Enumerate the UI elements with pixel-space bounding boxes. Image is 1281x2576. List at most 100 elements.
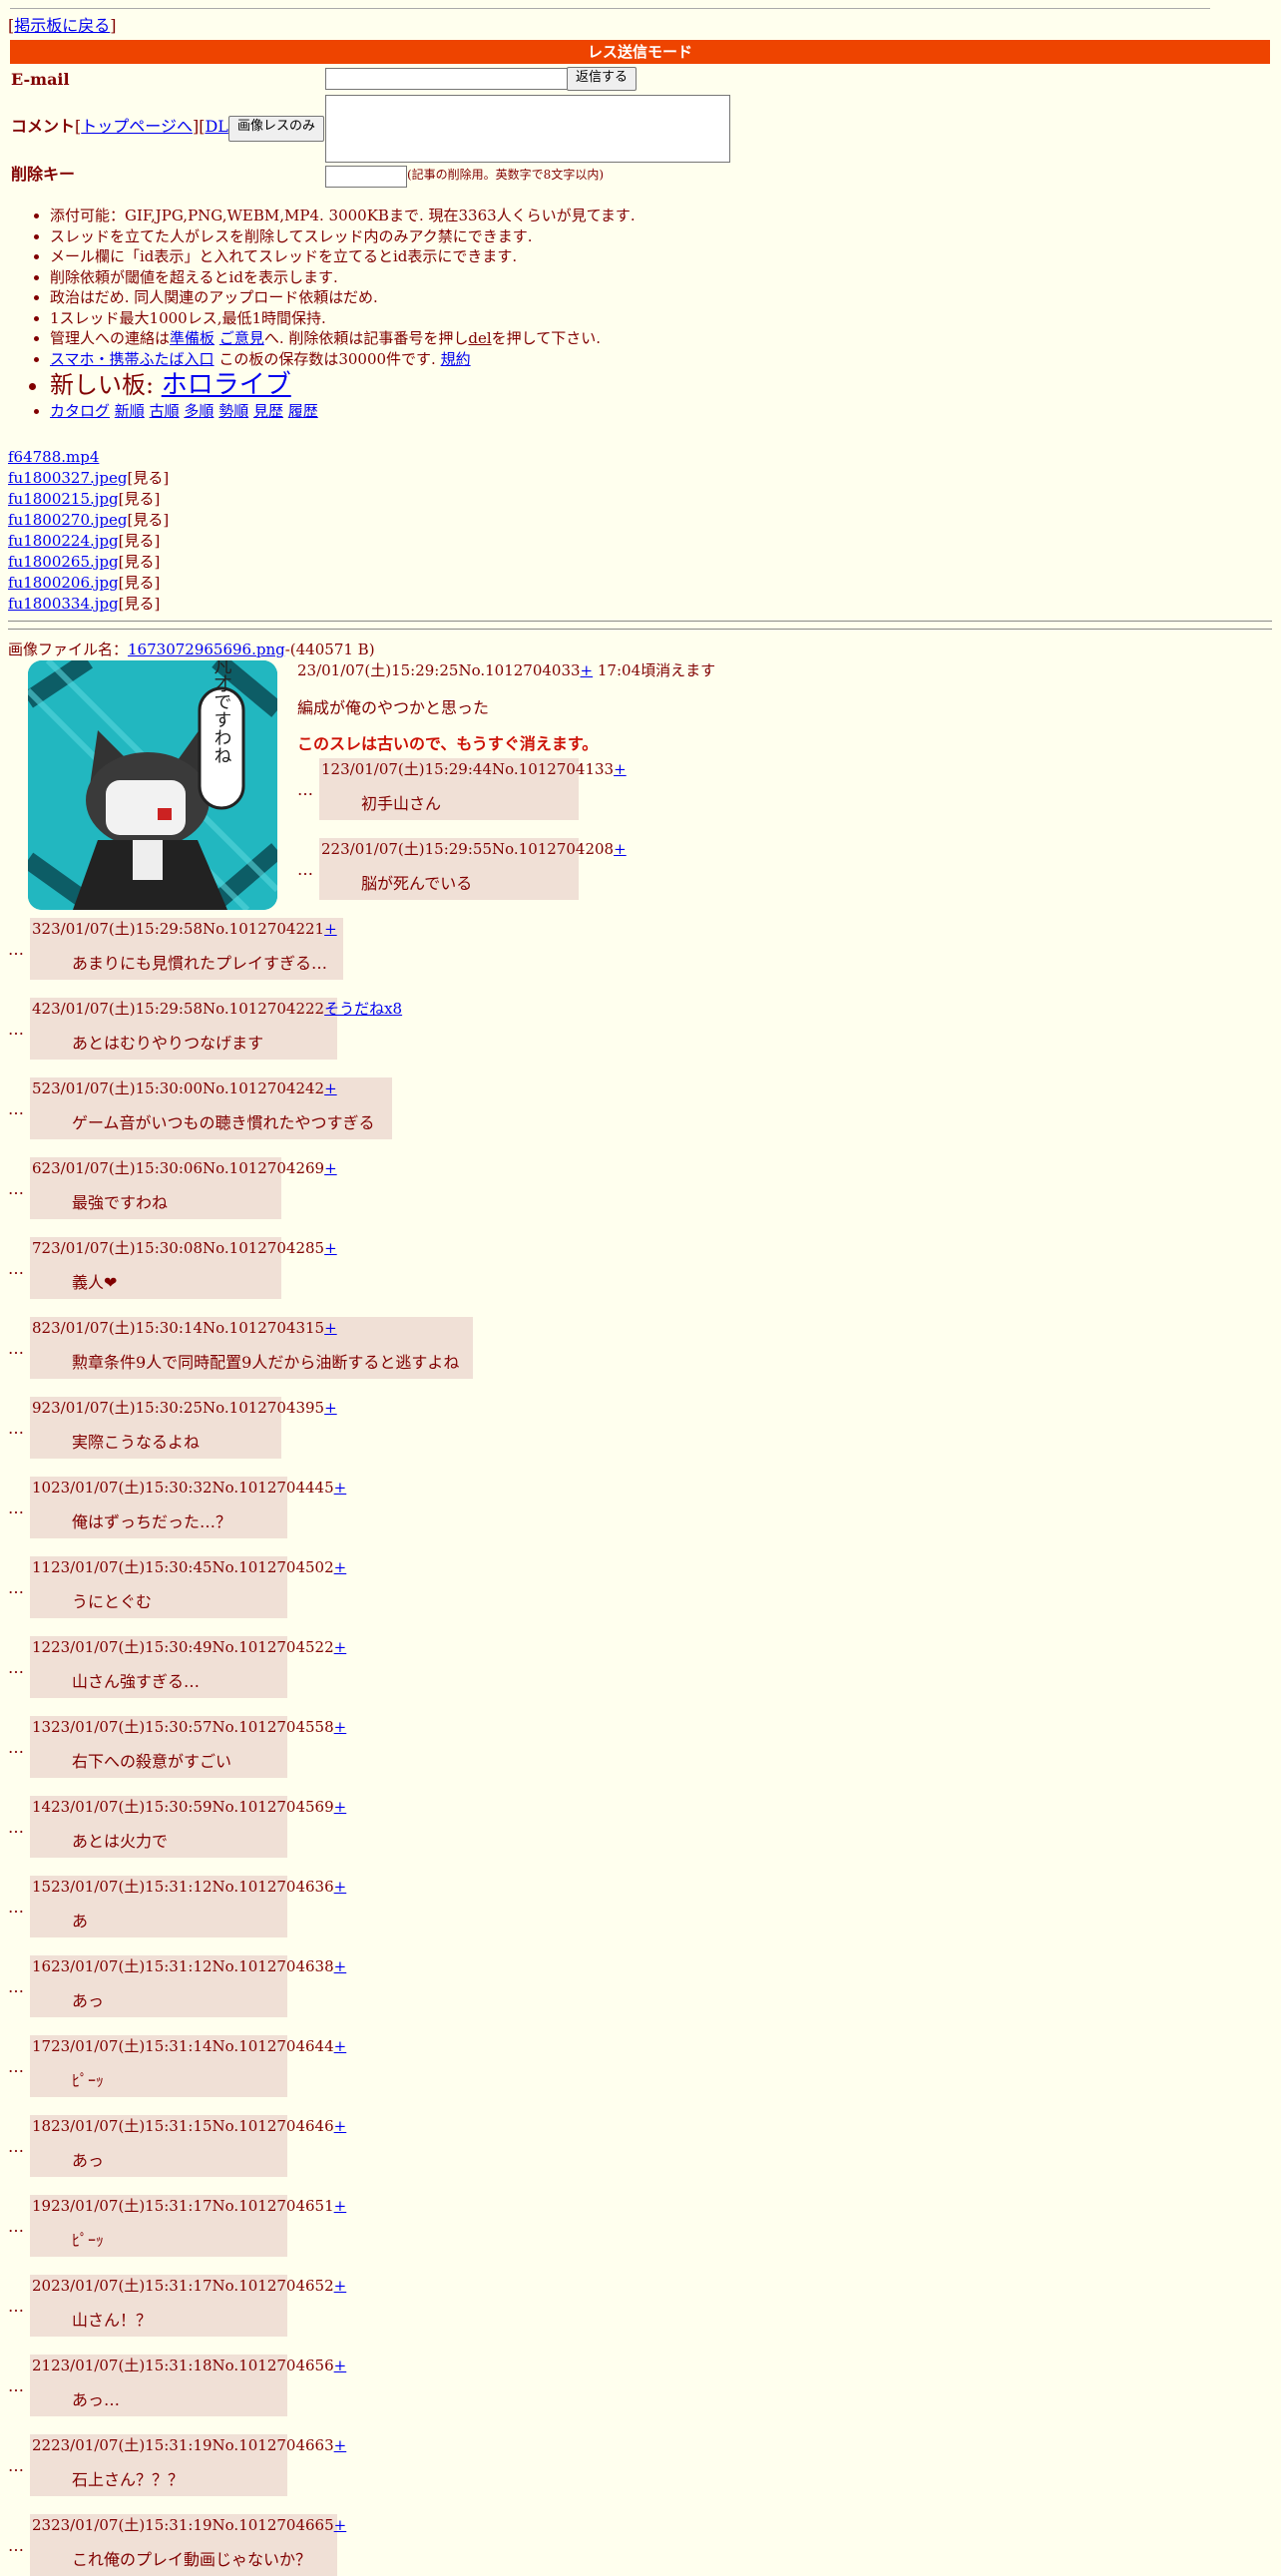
- reply-plus-link[interactable]: +: [334, 2117, 347, 2135]
- reply-plus-link[interactable]: +: [334, 2516, 347, 2534]
- prep-board-link[interactable]: 準備板: [170, 329, 214, 347]
- sort-new-link[interactable]: 新順: [115, 402, 145, 420]
- reply-plus-link[interactable]: +: [324, 1079, 337, 1097]
- reply-box: 223/01/07(土)15:29:55No.1012704208+ 脳が死んでい…: [319, 838, 627, 901]
- file-item: fu1800206.jpg[見る]: [8, 574, 161, 592]
- reply-box: 423/01/07(土)15:29:58No.1012704222そうだねx8 あ…: [30, 998, 402, 1061]
- reply-message: 脳が死んでいる: [361, 873, 473, 893]
- reply-meta: 23/01/07(土)15:29:58No.1012704221: [41, 920, 325, 938]
- file-link[interactable]: fu1800270.jpeg: [8, 511, 128, 529]
- reply-plus-link[interactable]: +: [614, 840, 627, 858]
- file-link[interactable]: fu1800206.jpg: [8, 574, 119, 592]
- reply-box: 1723/01/07(土)15:31:14No.1012704644+ ﾋﾟｰｯ: [30, 2035, 346, 2098]
- reply-plus-link[interactable]: +: [334, 2037, 347, 2055]
- reply-indent-marker: …: [8, 2057, 24, 2076]
- delete-key-field[interactable]: [325, 166, 407, 188]
- reply-plus-link[interactable]: +: [334, 1558, 347, 1576]
- reply-header: 223/01/07(土)15:29:55No.1012704208+: [321, 840, 627, 860]
- reply-box: 923/01/07(土)15:30:25No.1012704395+ 実際こうなる…: [30, 1397, 337, 1460]
- reply-box: 1523/01/07(土)15:31:12No.1012704636+ あ: [30, 1876, 346, 1938]
- reply-plus-link[interactable]: +: [334, 2436, 347, 2454]
- reply-indent-marker: …: [8, 1339, 24, 1358]
- file-item: fu1800265.jpg[見る]: [8, 553, 161, 571]
- reply-plus-link[interactable]: +: [334, 2357, 347, 2374]
- comment-textarea[interactable]: [325, 95, 730, 163]
- file-link[interactable]: fu1800334.jpg: [8, 595, 119, 613]
- sort-old-link[interactable]: 古順: [150, 402, 180, 420]
- file-link[interactable]: fu1800265.jpg: [8, 553, 119, 571]
- sort-momentum-link[interactable]: 勢順: [218, 402, 248, 420]
- sort-many-link[interactable]: 多順: [184, 402, 214, 420]
- reply-plus-link[interactable]: +: [334, 1878, 347, 1896]
- file-link[interactable]: fu1800327.jpeg: [8, 469, 128, 487]
- reply-header: 1523/01/07(土)15:31:12No.1012704636+: [32, 1878, 346, 1898]
- old-thread-warning: このスレは古いので、もうすぐ消えます。: [297, 734, 599, 753]
- reply-plus-link[interactable]: +: [334, 1798, 347, 1816]
- email-field[interactable]: [325, 68, 569, 90]
- reply-plus-link[interactable]: +: [334, 2277, 347, 2295]
- view-history-link[interactable]: 見歴: [253, 402, 283, 420]
- reply-message: 山さん！？: [72, 2310, 153, 2330]
- reply-plus-link[interactable]: +: [324, 920, 337, 938]
- reply-meta: 23/01/07(土)15:31:14No.1012704644: [51, 2037, 334, 2055]
- file-link[interactable]: f64788.mp4: [8, 448, 99, 466]
- reply-meta: 23/01/07(土)15:29:55No.1012704208: [330, 840, 615, 858]
- reply-plus-link[interactable]: +: [324, 1239, 337, 1257]
- reply-header: 1123/01/07(土)15:30:45No.1012704502+: [32, 1558, 346, 1578]
- op-thumbnail-art: 凡才ですわね: [28, 660, 277, 910]
- reply-plus-link[interactable]: +: [614, 760, 627, 778]
- reply-meta: 23/01/07(土)15:30:45No.1012704502: [51, 1558, 334, 1576]
- sort-links: カタログ 新順 古順 多順 勢順 見歴 履歴: [50, 401, 1247, 422]
- reply-box: 1223/01/07(土)15:30:49No.1012704522+ 山さん強す…: [30, 1636, 346, 1699]
- dl-link[interactable]: DL: [205, 117, 227, 136]
- catalog-link[interactable]: カタログ: [50, 402, 110, 420]
- reply-plus-link[interactable]: +: [334, 1479, 347, 1497]
- op-plus-link[interactable]: +: [581, 661, 594, 679]
- mobile-entrance-link[interactable]: スマホ・携帯ふたば入口: [50, 350, 214, 368]
- back-to-board-link[interactable]: 掲示板に戻る: [14, 16, 110, 35]
- reply-meta: 23/01/07(土)15:31:12No.1012704636: [51, 1878, 334, 1896]
- reply-meta: 23/01/07(土)15:31:15No.1012704646: [51, 2117, 334, 2135]
- reply-indent-marker: …: [8, 1977, 24, 1996]
- back-nav: [掲示板に戻る]: [8, 16, 117, 35]
- reply-plus-link[interactable]: +: [324, 1159, 337, 1177]
- reply-indent-marker: …: [8, 1818, 24, 1837]
- soudane-link[interactable]: そうだねx8: [324, 1000, 402, 1018]
- reply-meta: 23/01/07(土)15:31:17No.1012704652: [51, 2277, 334, 2295]
- rule-item: 添付可能：GIF,JPG,PNG,WEBM,MP4. 3000KBまで. 現在3…: [50, 206, 1247, 226]
- image-only-button[interactable]: 画像レスのみ: [228, 116, 324, 142]
- file-link[interactable]: fu1800224.jpg: [8, 532, 119, 550]
- reply-header: 1823/01/07(土)15:31:15No.1012704646+: [32, 2117, 346, 2137]
- reply-plus-link[interactable]: +: [324, 1399, 337, 1417]
- reply-plus-link[interactable]: +: [334, 1957, 347, 1975]
- reply-message: あとは火力で: [72, 1831, 169, 1851]
- reply-indent-marker: …: [8, 1578, 24, 1597]
- new-board-link[interactable]: ホロライブ: [162, 370, 291, 400]
- terms-link[interactable]: 規約: [441, 350, 471, 368]
- reply-header: 823/01/07(土)15:30:14No.1012704315+: [32, 1319, 471, 1339]
- op-thumbnail[interactable]: 凡才ですわね: [28, 660, 277, 910]
- reply-number: 22: [32, 2436, 52, 2454]
- submit-reply-button[interactable]: 返信する: [567, 67, 637, 91]
- reply-number: 17: [32, 2037, 52, 2055]
- mobile-item: スマホ・携帯ふたば入口 この板の保存数は30000件です. 規約: [50, 349, 1247, 370]
- file-link[interactable]: fu1800215.jpg: [8, 490, 119, 508]
- reply-number: 12: [32, 1638, 52, 1656]
- op-image-link[interactable]: 1673072965696.png: [128, 641, 285, 658]
- reply-message: 最強ですわね: [72, 1192, 169, 1212]
- reply-plus-link[interactable]: +: [334, 1718, 347, 1736]
- reply-plus-link[interactable]: +: [334, 1638, 347, 1656]
- reply-indent-marker: …: [8, 2376, 24, 2395]
- reply-header: 1023/01/07(土)15:30:32No.1012704445+: [32, 1479, 346, 1499]
- reply-plus-link[interactable]: +: [324, 1319, 337, 1337]
- reply-message: 山さん強すぎる…: [72, 1671, 201, 1691]
- reply-number: 5: [32, 1079, 42, 1097]
- reply-plus-link[interactable]: +: [334, 2197, 347, 2215]
- history-link[interactable]: 履歴: [288, 402, 318, 420]
- top-page-link[interactable]: トップページへ: [81, 117, 193, 136]
- reply-meta: 23/01/07(土)15:30:06No.1012704269: [41, 1159, 325, 1177]
- email-label: E-mail: [11, 70, 70, 89]
- feedback-link[interactable]: ご意見: [219, 329, 264, 347]
- reply-box: 2223/01/07(土)15:31:19No.1012704663+ 石上さん？…: [30, 2434, 346, 2497]
- file-item: fu1800224.jpg[見る]: [8, 532, 161, 550]
